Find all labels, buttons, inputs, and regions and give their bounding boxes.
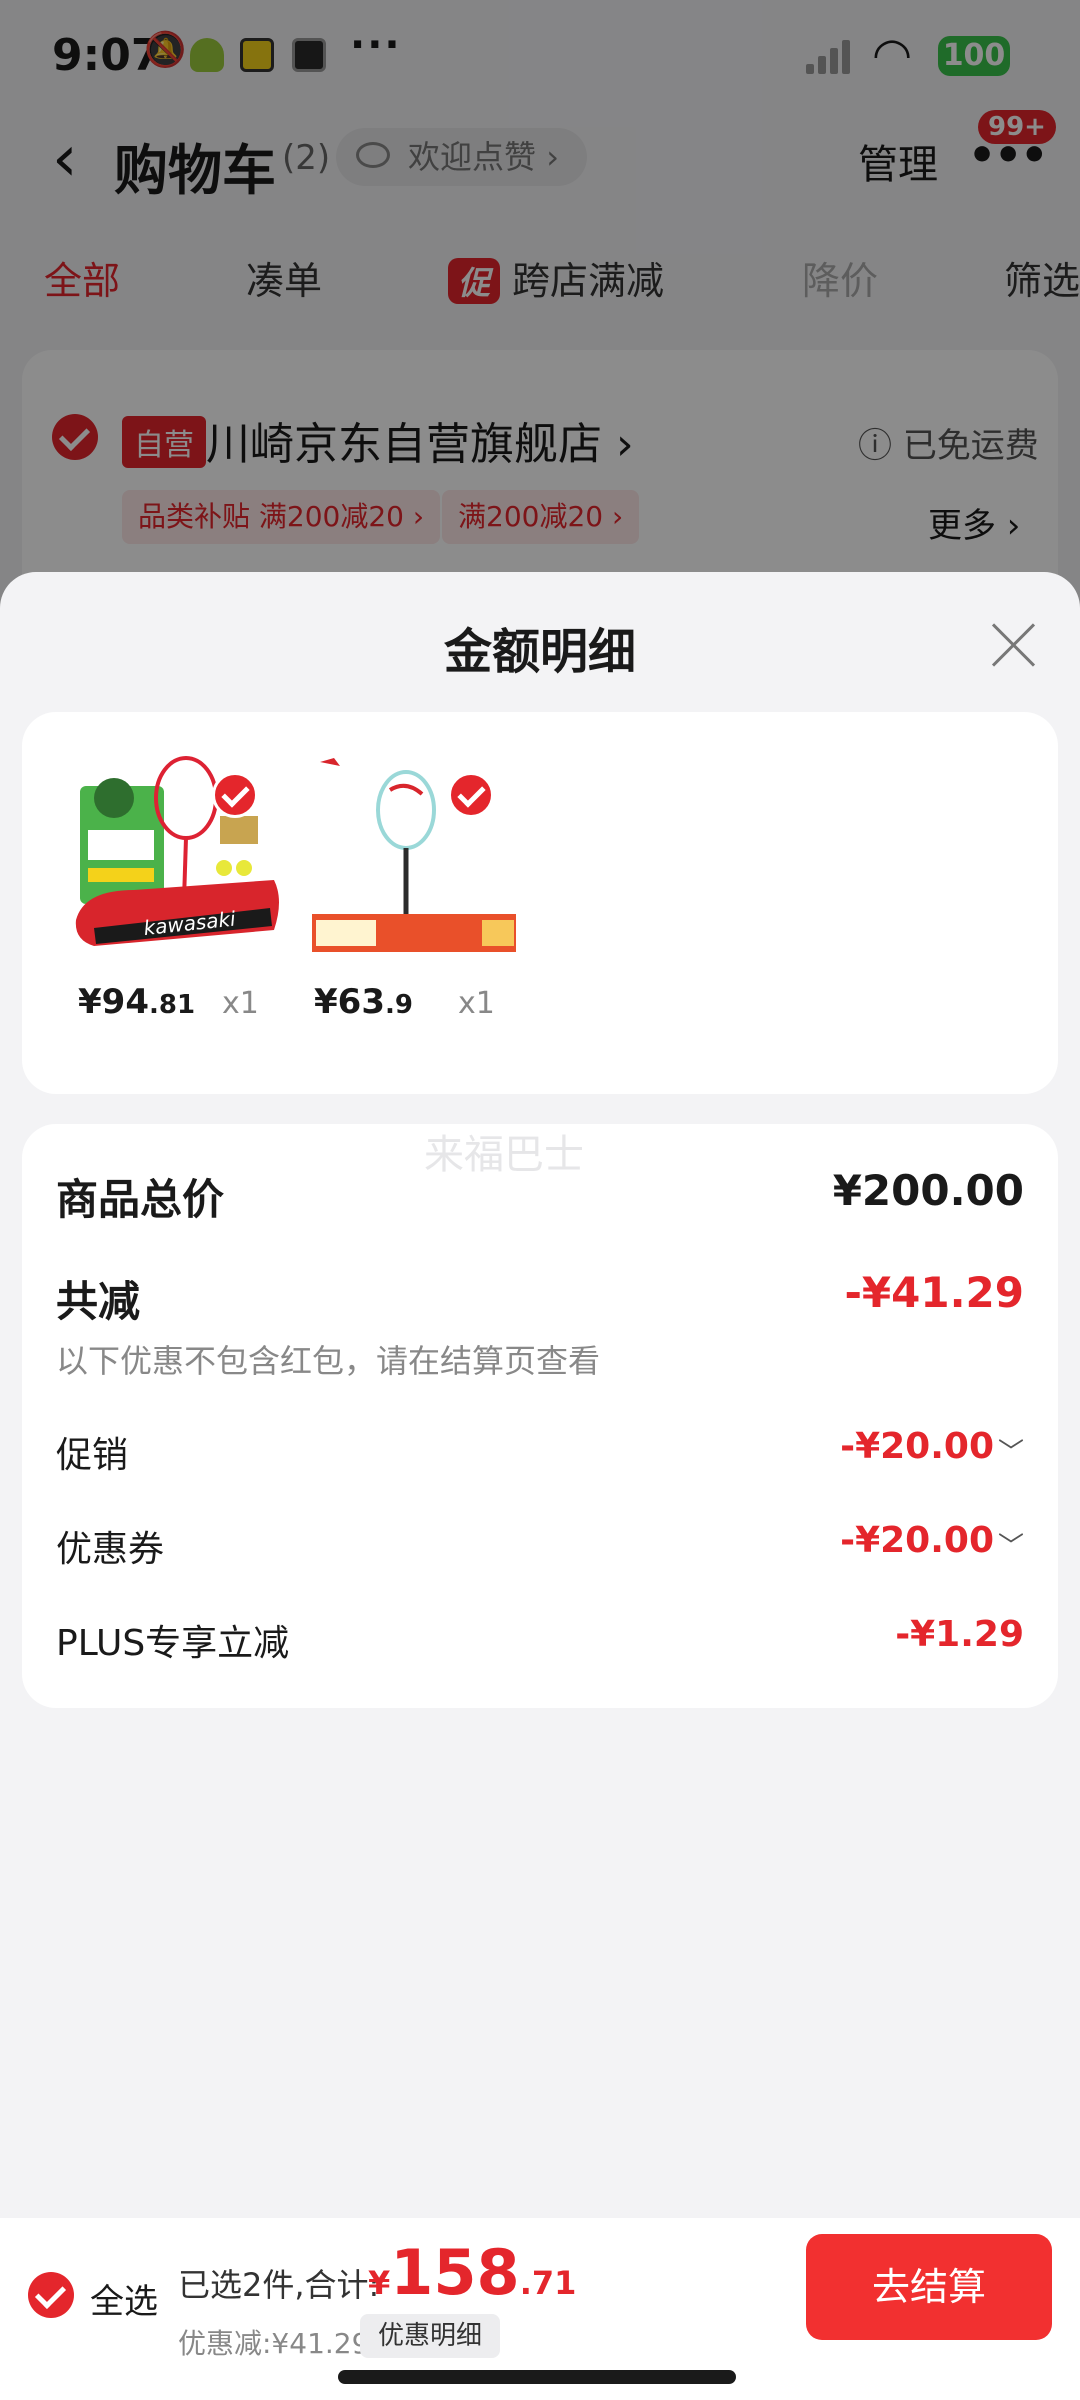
item-price-main: ¥63 [314, 982, 385, 1022]
cart-item[interactable]: ¥63.9 x1 [310, 750, 520, 1050]
checkout-bar: 全选 已选2件,合计: ¥158.71 优惠减:¥41.29 优惠明细 去结算 [0, 2218, 1080, 2400]
discount-note-text: 以下优惠不包含红包，请在结算页查看 [56, 1342, 601, 1380]
item-price: ¥94.81 [78, 982, 195, 1022]
amount-decimal: .71 [519, 2264, 577, 2302]
plus-discount-value: -¥1.29 [895, 1614, 1024, 1655]
selected-check-icon [212, 772, 258, 818]
chevron-down-icon[interactable]: ﹀ [998, 1526, 1024, 1563]
currency-symbol: ¥ [368, 2264, 391, 2302]
item-price-main: ¥94 [78, 982, 149, 1022]
product-image: kawasaki [74, 750, 284, 960]
product-image [310, 750, 520, 960]
price-breakdown-card: 商品总价 ¥200.00 共减 -¥41.29 以下优惠不包含红包，请在结算页查… [22, 1124, 1058, 1708]
item-quantity: x1 [222, 986, 259, 1021]
discount-summary: 优惠减:¥41.29 [178, 2327, 370, 2360]
watermark: 来福巴士 [424, 1132, 584, 1178]
item-price-decimal: .81 [148, 990, 196, 1020]
item-price-decimal: .9 [384, 990, 413, 1020]
close-icon[interactable] [984, 614, 1044, 674]
coupon-value: -¥20.00 [840, 1520, 994, 1561]
item-quantity: x1 [458, 986, 495, 1021]
select-all-label[interactable]: 全选 [90, 2274, 158, 2323]
item-price: ¥63.9 [314, 982, 413, 1022]
total-price-value: ¥200.00 [832, 1166, 1024, 1215]
amount-detail-sheet: 金额明细 kawasaki ¥94.81 x1 ¥63.9 x1 商品总价 ¥2… [0, 572, 1080, 2218]
select-all-checkbox[interactable] [28, 2272, 74, 2318]
promotion-label: 促销 [56, 1435, 129, 1476]
coupon-label: 优惠券 [56, 1529, 165, 1570]
total-discount-value: -¥41.29 [844, 1268, 1024, 1317]
plus-discount-label: PLUS专享立减 [56, 1623, 290, 1664]
total-discount-label: 共减 [56, 1277, 141, 1326]
sheet-title: 金额明细 [443, 624, 636, 680]
selected-summary: 已选2件,合计: [178, 2266, 380, 2304]
cart-item[interactable]: kawasaki ¥94.81 x1 [74, 750, 284, 1050]
total-price-label: 商品总价 [56, 1175, 225, 1224]
discount-detail-button[interactable]: 优惠明细 [360, 2314, 501, 2358]
checkout-button[interactable]: 去结算 [806, 2234, 1052, 2340]
home-indicator[interactable] [338, 2370, 736, 2384]
selected-check-icon [448, 772, 494, 818]
promotion-value: -¥20.00 [840, 1426, 994, 1467]
selected-items-card: kawasaki ¥94.81 x1 ¥63.9 x1 [22, 712, 1058, 1094]
total-amount: ¥158.71 [368, 2236, 576, 2309]
amount-main: 158 [390, 2236, 520, 2309]
chevron-down-icon[interactable]: ﹀ [998, 1432, 1024, 1469]
